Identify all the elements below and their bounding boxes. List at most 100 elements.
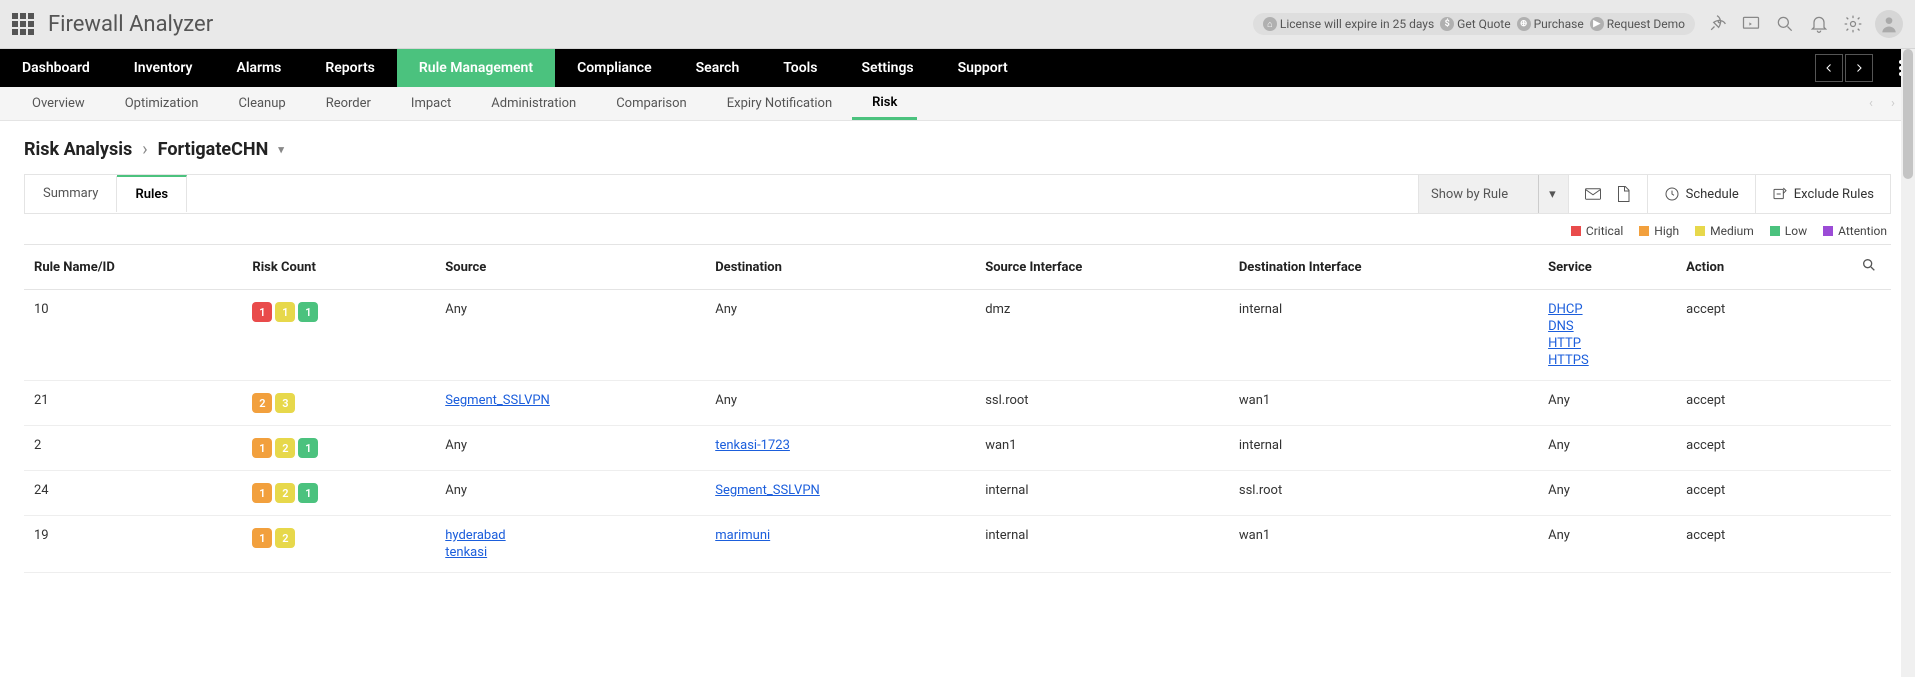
sub-nav-cleanup[interactable]: Cleanup <box>218 87 305 120</box>
risk-badge[interactable]: 1 <box>252 438 272 458</box>
nav-next-button[interactable] <box>1845 54 1873 82</box>
cell-dst-interface: internal <box>1229 426 1538 471</box>
cell-source-value: Any <box>445 302 695 317</box>
table-row[interactable]: 1912hyderabadtenkasimarimuniinternalwan1… <box>24 516 1891 573</box>
gear-icon[interactable] <box>1841 12 1865 36</box>
cell-action: accept <box>1676 290 1804 381</box>
pdf-icon[interactable] <box>1613 185 1633 203</box>
cell-source-value: Any <box>445 483 695 498</box>
cell-source: Any <box>435 471 705 516</box>
table-row[interactable]: 10111AnyAnydmzinternalDHCPDNSHTTPHTTPSac… <box>24 290 1891 381</box>
cell-source-value[interactable]: tenkasi <box>445 545 695 560</box>
risk-badge[interactable]: 1 <box>252 302 272 322</box>
sub-nav-optimization[interactable]: Optimization <box>105 87 219 120</box>
rules-table: Rule Name/IDRisk CountSourceDestinationS… <box>24 244 1891 573</box>
risk-badge[interactable]: 2 <box>252 393 272 413</box>
cell-empty <box>1804 516 1891 573</box>
show-by-dropdown[interactable]: Show by Rule ▾ <box>1418 175 1569 213</box>
risk-badge[interactable]: 1 <box>298 302 318 322</box>
table-search-button[interactable] <box>1804 245 1891 290</box>
table-row[interactable]: 2123Segment_SSLVPNAnyssl.rootwan1Anyacce… <box>24 381 1891 426</box>
main-nav-alarms[interactable]: Alarms <box>214 49 303 87</box>
app-title: Firewall Analyzer <box>48 12 213 37</box>
table-row[interactable]: 24121AnySegment_SSLVPNinternalssl.rootAn… <box>24 471 1891 516</box>
mail-icon[interactable] <box>1583 185 1603 203</box>
sub-nav-overview[interactable]: Overview <box>12 87 105 120</box>
main-nav-rule-management[interactable]: Rule Management <box>397 49 555 87</box>
user-avatar[interactable] <box>1875 10 1903 38</box>
risk-badge[interactable]: 1 <box>298 483 318 503</box>
cell-source: Any <box>435 426 705 471</box>
cell-empty <box>1804 381 1891 426</box>
cell-risk-count: 23 <box>242 381 435 426</box>
exclude-rules-button[interactable]: Exclude Rules <box>1756 175 1890 213</box>
col-destination[interactable]: Destination <box>705 245 975 290</box>
service-value[interactable]: HTTP <box>1548 336 1666 351</box>
main-nav-inventory[interactable]: Inventory <box>112 49 215 87</box>
tab-rules[interactable]: Rules <box>117 175 187 212</box>
cell-dst-interface: wan1 <box>1229 381 1538 426</box>
risk-badge[interactable]: 2 <box>275 483 295 503</box>
main-nav-support[interactable]: Support <box>936 49 1030 87</box>
tab-summary[interactable]: Summary <box>25 176 117 212</box>
risk-badge[interactable]: 1 <box>275 302 295 322</box>
license-expire-pill[interactable]: ⌂ License will expire in 25 days <box>1263 17 1434 31</box>
col-risk-count[interactable]: Risk Count <box>242 245 435 290</box>
request-demo-pill[interactable]: ▶ Request Demo <box>1590 17 1685 31</box>
main-nav-settings[interactable]: Settings <box>840 49 936 87</box>
risk-badge[interactable]: 2 <box>275 438 295 458</box>
cell-source-value[interactable]: hyderabad <box>445 528 695 543</box>
col-rule-name-id[interactable]: Rule Name/ID <box>24 245 242 290</box>
main-nav-compliance[interactable]: Compliance <box>555 49 674 87</box>
risk-badge[interactable]: 3 <box>275 393 295 413</box>
main-nav-search[interactable]: Search <box>674 49 762 87</box>
presentation-icon[interactable] <box>1739 12 1763 36</box>
sub-nav-impact[interactable]: Impact <box>391 87 471 120</box>
cell-destination: marimuni <box>705 516 975 573</box>
risk-badge[interactable]: 2 <box>275 528 295 548</box>
risk-badge[interactable]: 1 <box>252 483 272 503</box>
sub-nav-administration[interactable]: Administration <box>471 87 596 120</box>
subnav-next-icon[interactable]: › <box>1883 94 1903 114</box>
col-service[interactable]: Service <box>1538 245 1676 290</box>
cell-source-value[interactable]: Segment_SSLVPN <box>445 393 695 408</box>
col-action[interactable]: Action <box>1676 245 1804 290</box>
sub-nav-reorder[interactable]: Reorder <box>306 87 391 120</box>
rocket-icon[interactable] <box>1705 12 1729 36</box>
get-quote-pill[interactable]: $ Get Quote <box>1440 17 1510 31</box>
schedule-button[interactable]: Schedule <box>1648 175 1756 213</box>
cell-rule-id: 19 <box>24 516 242 573</box>
service-value[interactable]: DNS <box>1548 319 1666 334</box>
sub-nav-risk[interactable]: Risk <box>852 87 917 120</box>
table-row[interactable]: 2121Anytenkasi-1723wan1internalAnyaccept <box>24 426 1891 471</box>
nav-prev-button[interactable] <box>1815 54 1843 82</box>
service-value[interactable]: DHCP <box>1548 302 1666 317</box>
cell-destination-value[interactable]: marimuni <box>715 528 965 543</box>
risk-badge[interactable]: 1 <box>252 528 272 548</box>
main-nav-tools[interactable]: Tools <box>761 49 839 87</box>
sub-nav-comparison[interactable]: Comparison <box>596 87 707 120</box>
search-icon[interactable] <box>1773 12 1797 36</box>
main-nav-dashboard[interactable]: Dashboard <box>0 49 112 87</box>
col-destination-interface[interactable]: Destination Interface <box>1229 245 1538 290</box>
subnav-prev-icon[interactable]: ‹ <box>1861 94 1881 114</box>
cell-action: accept <box>1676 381 1804 426</box>
service-value[interactable]: HTTPS <box>1548 353 1666 368</box>
risk-badge[interactable]: 1 <box>298 438 318 458</box>
cell-destination-value: Any <box>715 393 965 408</box>
main-nav-reports[interactable]: Reports <box>303 49 397 87</box>
cell-risk-count: 121 <box>242 471 435 516</box>
cell-destination-value[interactable]: Segment_SSLVPN <box>715 483 965 498</box>
breadcrumb-dropdown-icon[interactable]: ▾ <box>278 143 284 156</box>
col-source[interactable]: Source <box>435 245 705 290</box>
apps-grid-icon[interactable] <box>12 13 34 35</box>
bell-icon[interactable] <box>1807 12 1831 36</box>
vertical-scrollbar[interactable] <box>1901 49 1915 677</box>
cell-destination-value[interactable]: tenkasi-1723 <box>715 438 965 453</box>
breadcrumb-current: FortigateCHN <box>158 139 269 160</box>
col-source-interface[interactable]: Source Interface <box>975 245 1229 290</box>
caret-down-icon: ▾ <box>1538 175 1556 213</box>
purchase-pill[interactable]: ⊕ Purchase <box>1517 17 1584 31</box>
breadcrumb-root[interactable]: Risk Analysis <box>24 139 132 160</box>
sub-nav-expiry-notification[interactable]: Expiry Notification <box>707 87 852 120</box>
